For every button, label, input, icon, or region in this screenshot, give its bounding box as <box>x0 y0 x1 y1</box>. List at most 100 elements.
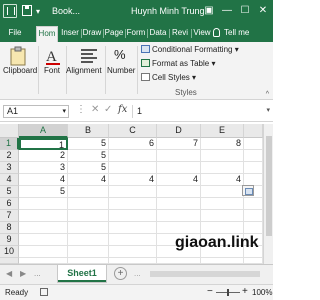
grid-cell[interactable] <box>19 234 68 246</box>
grid-cell[interactable] <box>244 150 263 162</box>
font-button[interactable]: Font <box>44 66 60 75</box>
cell-styles-button[interactable]: Cell Styles ▾ <box>141 73 196 82</box>
alignment-button[interactable]: Alignment <box>66 66 102 75</box>
user-name[interactable]: Huynh Minh Trung <box>131 6 205 16</box>
grid-cell[interactable] <box>19 198 68 210</box>
grid-cell[interactable]: 5 <box>68 162 109 174</box>
grid-cell[interactable] <box>109 198 157 210</box>
grid-cell[interactable] <box>157 150 201 162</box>
row-header-1[interactable]: 1 <box>0 138 19 150</box>
row-header-2[interactable]: 2 <box>0 150 19 162</box>
grid-cell[interactable] <box>68 210 109 222</box>
grid-cell[interactable] <box>19 210 68 222</box>
grid-cell[interactable] <box>109 222 157 234</box>
tab-review[interactable]: Revi <box>170 26 190 42</box>
grid-cell[interactable] <box>68 234 109 246</box>
grid-cell[interactable]: 7 <box>157 138 201 150</box>
grid-cell[interactable] <box>201 222 244 234</box>
tab-view[interactable]: View <box>192 26 212 42</box>
more-sheets-icon[interactable]: ... <box>34 269 41 278</box>
grid-cell[interactable]: 5 <box>19 186 68 198</box>
scrollbar-thumb[interactable] <box>266 136 272 236</box>
horizontal-scrollbar[interactable] <box>150 271 260 277</box>
grid-cell[interactable]: 5 <box>68 138 109 150</box>
row-header-3[interactable]: 3 <box>0 162 19 174</box>
enter-icon[interactable]: ✓ <box>104 104 112 115</box>
grid-cell[interactable] <box>244 138 263 150</box>
format-as-table-button[interactable]: Format as Table ▾ <box>141 59 215 68</box>
grid-cell[interactable] <box>19 246 68 258</box>
vertical-scrollbar[interactable] <box>263 124 273 264</box>
grid-cell[interactable]: 2 <box>19 150 68 162</box>
collapse-ribbon-icon[interactable]: ^ <box>266 91 269 98</box>
column-header-b[interactable]: B <box>68 124 109 138</box>
grid-cell[interactable] <box>19 222 68 234</box>
grid-cell[interactable] <box>109 150 157 162</box>
grid-cell[interactable]: 6 <box>109 138 157 150</box>
grid-cell[interactable] <box>201 162 244 174</box>
tab-page-layout[interactable]: Page <box>104 26 124 42</box>
quick-analysis-icon[interactable] <box>242 185 254 196</box>
tab-insert[interactable]: Inser <box>60 26 80 42</box>
grid-cell[interactable] <box>157 198 201 210</box>
formula-input[interactable]: 1 <box>132 105 262 118</box>
scroll-right-icon[interactable]: ▶ <box>20 269 26 278</box>
grid-cell[interactable] <box>244 162 263 174</box>
zoom-slider[interactable] <box>216 289 240 296</box>
grid-cell[interactable]: 3 <box>19 162 68 174</box>
close-button[interactable]: ✕ <box>254 0 272 24</box>
grid-cell[interactable] <box>157 162 201 174</box>
grid-cell[interactable] <box>244 198 263 210</box>
zoom-level[interactable]: 100% <box>252 288 272 297</box>
select-all-corner[interactable] <box>0 124 19 138</box>
qat-dropdown-icon[interactable]: ▾ <box>36 7 40 16</box>
grid-cell[interactable] <box>157 210 201 222</box>
spreadsheet-grid[interactable]: A B C D E 1 2 3 4 5 6 7 8 9 10 156782535… <box>0 124 273 264</box>
tab-formulas[interactable]: Form <box>126 26 146 42</box>
grid-cell[interactable] <box>244 222 263 234</box>
row-header-10[interactable]: 10 <box>0 246 19 258</box>
new-sheet-button[interactable]: + <box>114 267 127 280</box>
grid-cell[interactable] <box>68 186 109 198</box>
grid-cell[interactable]: 4 <box>201 174 244 186</box>
maximize-button[interactable]: ☐ <box>236 0 254 24</box>
grid-cell[interactable] <box>68 246 109 258</box>
grid-cell[interactable] <box>109 162 157 174</box>
minimize-button[interactable]: — <box>218 0 236 24</box>
grid-cell[interactable]: 8 <box>201 138 244 150</box>
row-header-8[interactable]: 8 <box>0 222 19 234</box>
tab-home[interactable]: Hom <box>36 26 58 42</box>
column-header-c[interactable]: C <box>109 124 157 138</box>
grid-cell[interactable] <box>109 246 157 258</box>
tab-data[interactable]: Data <box>148 26 168 42</box>
row-header-4[interactable]: 4 <box>0 174 19 186</box>
insert-function-icon[interactable]: fx <box>118 104 127 115</box>
name-box[interactable]: A1 ▾ <box>3 105 69 118</box>
row-header-7[interactable]: 7 <box>0 210 19 222</box>
tell-me-search[interactable]: Tell me <box>224 28 249 37</box>
row-header-5[interactable]: 5 <box>0 186 19 198</box>
grid-cell[interactable] <box>201 150 244 162</box>
grid-cell[interactable] <box>109 186 157 198</box>
ribbon-display-options-icon[interactable]: ▣ <box>200 0 218 24</box>
scroll-left-icon[interactable]: ◀ <box>6 269 12 278</box>
grid-cell[interactable]: 4 <box>157 174 201 186</box>
tab-file[interactable]: File <box>4 26 26 42</box>
row-header-9[interactable]: 9 <box>0 234 19 246</box>
grid-cell[interactable] <box>201 186 244 198</box>
grid-cell[interactable] <box>109 234 157 246</box>
conditional-formatting-button[interactable]: Conditional Formatting ▾ <box>141 45 239 54</box>
number-button[interactable]: Number <box>107 66 135 75</box>
grid-cell[interactable] <box>157 186 201 198</box>
grid-cell[interactable] <box>157 222 201 234</box>
grid-cell[interactable] <box>201 198 244 210</box>
grid-cell[interactable]: 4 <box>19 174 68 186</box>
grid-cell[interactable] <box>109 210 157 222</box>
macro-record-icon[interactable] <box>40 288 48 296</box>
grid-cell[interactable] <box>201 210 244 222</box>
chevron-down-icon[interactable]: ▾ <box>62 106 66 117</box>
column-header-d[interactable]: D <box>157 124 201 138</box>
cancel-icon[interactable]: ✕ <box>91 104 99 115</box>
expand-formula-bar-icon[interactable]: ▾ <box>266 106 270 114</box>
grid-cell[interactable] <box>68 198 109 210</box>
